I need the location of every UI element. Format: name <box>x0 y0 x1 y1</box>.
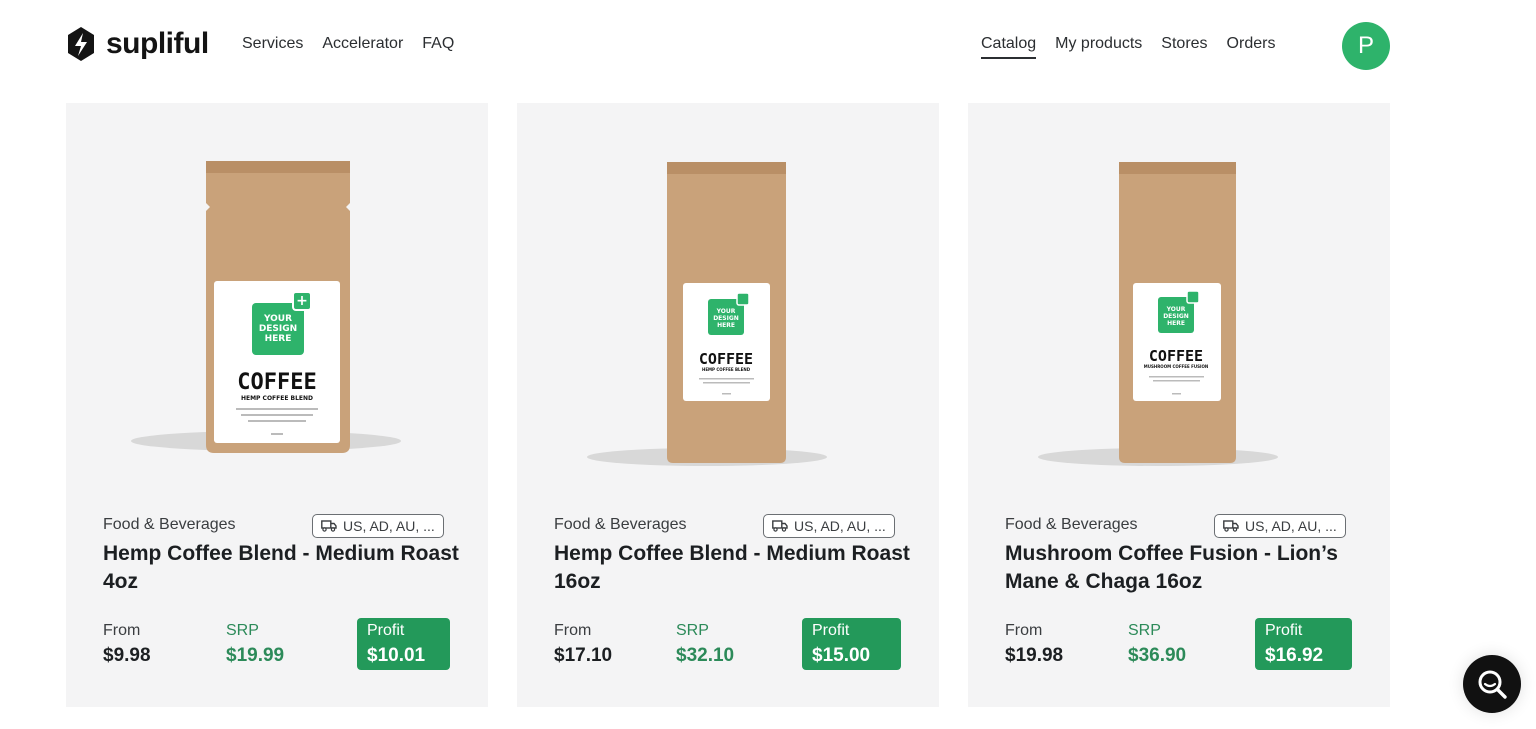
nav-services[interactable]: Services <box>242 35 303 59</box>
product-image-coffee-bag-4oz: + YOUR DESIGN HERE COFFEE HEMP COFFEE BL… <box>131 161 401 453</box>
product-title[interactable]: Mushroom Coffee Fusion - Lion’s Mane & C… <box>1005 540 1365 596</box>
from-price: $9.98 <box>103 645 151 666</box>
svg-text:HEMP COFFEE BLEND: HEMP COFFEE BLEND <box>241 395 313 402</box>
nav-accelerator[interactable]: Accelerator <box>322 35 403 59</box>
profit-badge: Profit $15.00 <box>802 618 901 670</box>
svg-text:+: + <box>296 293 308 309</box>
profit-value: $16.92 <box>1265 645 1324 666</box>
brand-name: supliful <box>106 27 209 60</box>
product-card[interactable]: YOUR DESIGN HERE COFFEE HEMP COFFEE BLEN… <box>517 103 939 707</box>
product-image-coffee-bag-mushroom: YOUR DESIGN HERE COFFEE MUSHROOM COFFEE … <box>1038 162 1278 466</box>
profit-label: Profit <box>1265 622 1303 639</box>
shipping-regions-badge[interactable]: US, AD, AU, ... <box>312 514 444 538</box>
shipping-regions-text: US, AD, AU, ... <box>1245 518 1337 534</box>
support-chat-button[interactable] <box>1463 655 1521 713</box>
truck-icon <box>772 520 788 532</box>
profit-label: Profit <box>812 622 850 639</box>
product-category: Food & Beverages <box>1005 516 1138 533</box>
nav-orders[interactable]: Orders <box>1227 35 1276 59</box>
svg-text:HEMP COFFEE BLEND: HEMP COFFEE BLEND <box>702 367 751 372</box>
srp-label: SRP <box>1128 622 1161 639</box>
profit-value: $10.01 <box>367 645 426 666</box>
svg-text:HERE: HERE <box>265 334 292 344</box>
profit-label: Profit <box>367 622 405 639</box>
svg-text:HERE: HERE <box>1167 320 1185 327</box>
srp-label: SRP <box>676 622 709 639</box>
search-chat-icon <box>1478 670 1507 699</box>
truck-icon <box>321 520 337 532</box>
shipping-regions-badge[interactable]: US, AD, AU, ... <box>1214 514 1346 538</box>
nav-my-products[interactable]: My products <box>1055 35 1142 59</box>
from-price: $17.10 <box>554 645 613 666</box>
nav-faq[interactable]: FAQ <box>422 35 454 59</box>
svg-text:YOUR: YOUR <box>716 308 736 315</box>
shipping-regions-text: US, AD, AU, ... <box>794 518 886 534</box>
primary-nav: Services Accelerator FAQ <box>242 35 454 59</box>
nav-stores[interactable]: Stores <box>1161 35 1207 59</box>
svg-text:COFFEE: COFFEE <box>699 350 753 368</box>
profit-value: $15.00 <box>812 645 871 666</box>
account-nav: Catalog My products Stores Orders <box>981 35 1275 59</box>
truck-icon <box>1223 520 1239 532</box>
product-card[interactable]: + YOUR DESIGN HERE COFFEE HEMP COFFEE BL… <box>66 103 488 707</box>
from-label: From <box>554 622 592 639</box>
svg-text:COFFEE: COFFEE <box>237 370 316 395</box>
from-price: $19.98 <box>1005 645 1064 666</box>
svg-text:DESIGN: DESIGN <box>1163 313 1189 320</box>
profit-badge: Profit $16.92 <box>1255 618 1352 670</box>
shipping-regions-text: US, AD, AU, ... <box>343 518 435 534</box>
svg-text:YOUR: YOUR <box>263 314 292 324</box>
product-category: Food & Beverages <box>103 516 236 533</box>
profit-badge: Profit $10.01 <box>357 618 450 670</box>
product-category: Food & Beverages <box>554 516 687 533</box>
user-avatar[interactable]: P <box>1342 22 1390 70</box>
bolt-logo-icon <box>68 27 94 61</box>
svg-text:MUSHROOM COFFEE FUSION: MUSHROOM COFFEE FUSION <box>1144 364 1208 369</box>
product-title[interactable]: Hemp Coffee Blend - Medium Roast 16oz <box>554 540 914 596</box>
brand-logo[interactable]: supliful <box>66 26 209 62</box>
svg-text:DESIGN: DESIGN <box>713 315 739 322</box>
shipping-regions-badge[interactable]: US, AD, AU, ... <box>763 514 895 538</box>
srp-price: $19.99 <box>226 645 285 666</box>
svg-text:COFFEE: COFFEE <box>1149 347 1203 365</box>
product-image-coffee-bag-16oz: YOUR DESIGN HERE COFFEE HEMP COFFEE BLEN… <box>587 162 827 466</box>
svg-text:DESIGN: DESIGN <box>259 324 297 334</box>
from-label: From <box>103 622 141 639</box>
svg-text:HERE: HERE <box>717 322 735 329</box>
srp-price: $32.10 <box>676 645 735 666</box>
product-title[interactable]: Hemp Coffee Blend - Medium Roast 4oz <box>103 540 463 596</box>
srp-label: SRP <box>226 622 259 639</box>
product-card[interactable]: YOUR DESIGN HERE COFFEE MUSHROOM COFFEE … <box>968 103 1390 707</box>
svg-text:YOUR: YOUR <box>1166 306 1186 313</box>
nav-catalog[interactable]: Catalog <box>981 35 1037 59</box>
from-label: From <box>1005 622 1043 639</box>
srp-price: $36.90 <box>1128 645 1187 666</box>
